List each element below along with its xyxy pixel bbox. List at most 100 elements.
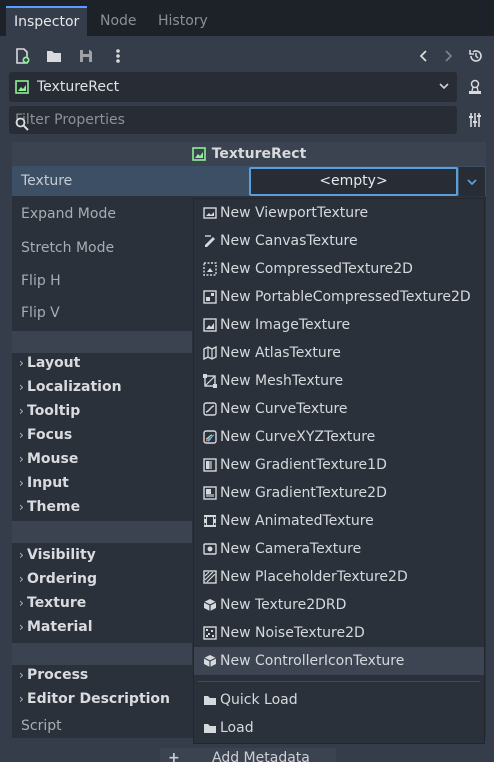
animated-texture-icon (200, 514, 220, 528)
group-material[interactable]: › Material (19, 619, 93, 635)
menu-item-new-curvexyztexture[interactable]: New CurveXYZTexture (194, 423, 484, 451)
group-focus[interactable]: › Focus (19, 427, 72, 443)
curve-texture-icon (200, 402, 220, 416)
menu-item-new-meshtexture[interactable]: New MeshTexture (194, 367, 484, 395)
property-stretch-mode[interactable]: Stretch Mode (21, 240, 114, 256)
property-flip-v[interactable]: Flip V (21, 305, 60, 321)
group-process[interactable]: › Process (19, 667, 88, 683)
filter-properties-input[interactable]: Filter Properties (9, 106, 457, 134)
group-ordering[interactable]: › Ordering (19, 571, 97, 587)
menu-item-new-atlastexture[interactable]: New AtlasTexture (194, 339, 484, 367)
folder-icon (200, 721, 220, 735)
expand-arrow-icon: › (19, 692, 24, 706)
group-editor-description[interactable]: › Editor Description (19, 691, 170, 707)
open-documentation-icon[interactable] (462, 72, 488, 102)
search-icon (15, 113, 449, 141)
menu-item-new-cameratexture[interactable]: New CameraTexture (194, 535, 484, 563)
portable-compressed-texture-icon (200, 290, 220, 304)
menu-item-new-imagetexture[interactable]: New ImageTexture (194, 311, 484, 339)
gradient-texture-1d-icon (200, 458, 220, 472)
folder-icon (200, 693, 220, 707)
menu-item-new-placeholdertexture2d[interactable]: New PlaceholderTexture2D (194, 563, 484, 591)
menu-item-new-viewporttexture[interactable]: New ViewportTexture (194, 199, 484, 227)
menu-item-new-texture2drd[interactable]: New Texture2DRD (194, 591, 484, 619)
menu-item-new-portablecompressedtexture2d[interactable]: New PortableCompressedTexture2D (194, 283, 484, 311)
image-texture-icon (200, 318, 220, 332)
group-mouse[interactable]: › Mouse (19, 451, 78, 467)
new-resource-icon[interactable] (10, 44, 34, 68)
expand-arrow-icon: › (19, 500, 24, 514)
expand-arrow-icon: › (19, 428, 24, 442)
open-folder-icon[interactable] (42, 44, 66, 68)
chevron-down-icon (437, 79, 451, 97)
expand-arrow-icon: › (19, 572, 24, 586)
tab-inspector[interactable]: Inspector (6, 6, 88, 36)
filter-options-icon[interactable] (462, 106, 488, 134)
texture-resource-menu: New ViewportTexture New CanvasTexture Ne… (193, 198, 485, 744)
menu-item-new-canvastexture[interactable]: New CanvasTexture (194, 227, 484, 255)
class-header: TextureRect (12, 142, 486, 166)
add-metadata-button[interactable]: + Add Metadata (160, 748, 336, 762)
gradient-texture-2d-icon (200, 486, 220, 500)
plus-icon: + (168, 750, 180, 762)
expand-arrow-icon: › (19, 668, 24, 682)
menu-item-quick-load[interactable]: Quick Load (194, 686, 484, 714)
property-expand-mode[interactable]: Expand Mode (21, 206, 116, 222)
save-icon[interactable] (74, 44, 98, 68)
menu-item-new-noisetexture2d[interactable]: New NoiseTexture2D (194, 619, 484, 647)
group-tooltip[interactable]: › Tooltip (19, 403, 80, 419)
section-divider (12, 331, 192, 353)
texture-dropdown-button[interactable] (459, 167, 485, 196)
more-vertical-icon[interactable] (106, 44, 130, 68)
mesh-texture-icon (200, 374, 220, 388)
texture-value-field[interactable]: <empty> (249, 167, 458, 196)
atlas-texture-icon (200, 346, 220, 360)
expand-arrow-icon: › (19, 452, 24, 466)
group-localization[interactable]: › Localization (19, 379, 122, 395)
expand-arrow-icon: › (19, 476, 24, 490)
group-input[interactable]: › Input (19, 475, 69, 491)
expand-arrow-icon: › (19, 596, 24, 610)
texture-rect-icon (191, 147, 206, 161)
expand-arrow-icon: › (19, 548, 24, 562)
dock-tab-bar: Inspector Node History (0, 0, 494, 40)
tab-history[interactable]: History (150, 6, 216, 36)
group-theme[interactable]: › Theme (19, 499, 80, 515)
controller-icon-texture-icon (200, 654, 220, 668)
placeholder-texture-icon (200, 570, 220, 584)
chevron-right-icon[interactable] (436, 44, 460, 68)
history-icon[interactable] (464, 44, 488, 68)
menu-item-new-animatedtexture[interactable]: New AnimatedTexture (194, 507, 484, 535)
canvas-texture-icon (200, 234, 220, 248)
expand-arrow-icon: › (19, 620, 24, 634)
section-divider-node (12, 643, 192, 665)
expand-arrow-icon: › (19, 380, 24, 394)
texture-rect-icon (15, 80, 29, 98)
inspector-toolbar (0, 40, 494, 72)
property-label-texture: Texture (21, 173, 73, 189)
class-header-label: TextureRect (211, 146, 307, 162)
texture-2drd-icon (200, 598, 220, 612)
menu-separator (198, 681, 480, 682)
curve-xyz-texture-icon (200, 430, 220, 444)
noise-texture-icon (200, 626, 220, 640)
section-divider-canvasitem (12, 521, 192, 543)
menu-item-load[interactable]: Load (194, 714, 484, 742)
camera-texture-icon (200, 542, 220, 556)
expand-arrow-icon: › (19, 356, 24, 370)
property-flip-h[interactable]: Flip H (21, 273, 61, 289)
menu-item-new-compressedtexture2d[interactable]: New CompressedTexture2D (194, 255, 484, 283)
group-visibility[interactable]: › Visibility (19, 547, 96, 563)
tab-node[interactable]: Node (92, 6, 145, 36)
menu-item-new-curvetexture[interactable]: New CurveTexture (194, 395, 484, 423)
group-texture[interactable]: › Texture (19, 595, 86, 611)
property-script[interactable]: Script (21, 718, 62, 734)
menu-item-new-gradienttexture1d[interactable]: New GradientTexture1D (194, 451, 484, 479)
chevron-left-icon[interactable] (412, 44, 436, 68)
node-selector[interactable]: TextureRect (9, 72, 457, 102)
node-selector-label: TextureRect (37, 79, 120, 95)
menu-item-new-controllericontexture[interactable]: New ControllerIconTexture (194, 647, 484, 675)
group-layout[interactable]: › Layout (19, 355, 80, 371)
menu-item-new-gradienttexture2d[interactable]: New GradientTexture2D (194, 479, 484, 507)
chevron-down-icon (467, 178, 477, 185)
